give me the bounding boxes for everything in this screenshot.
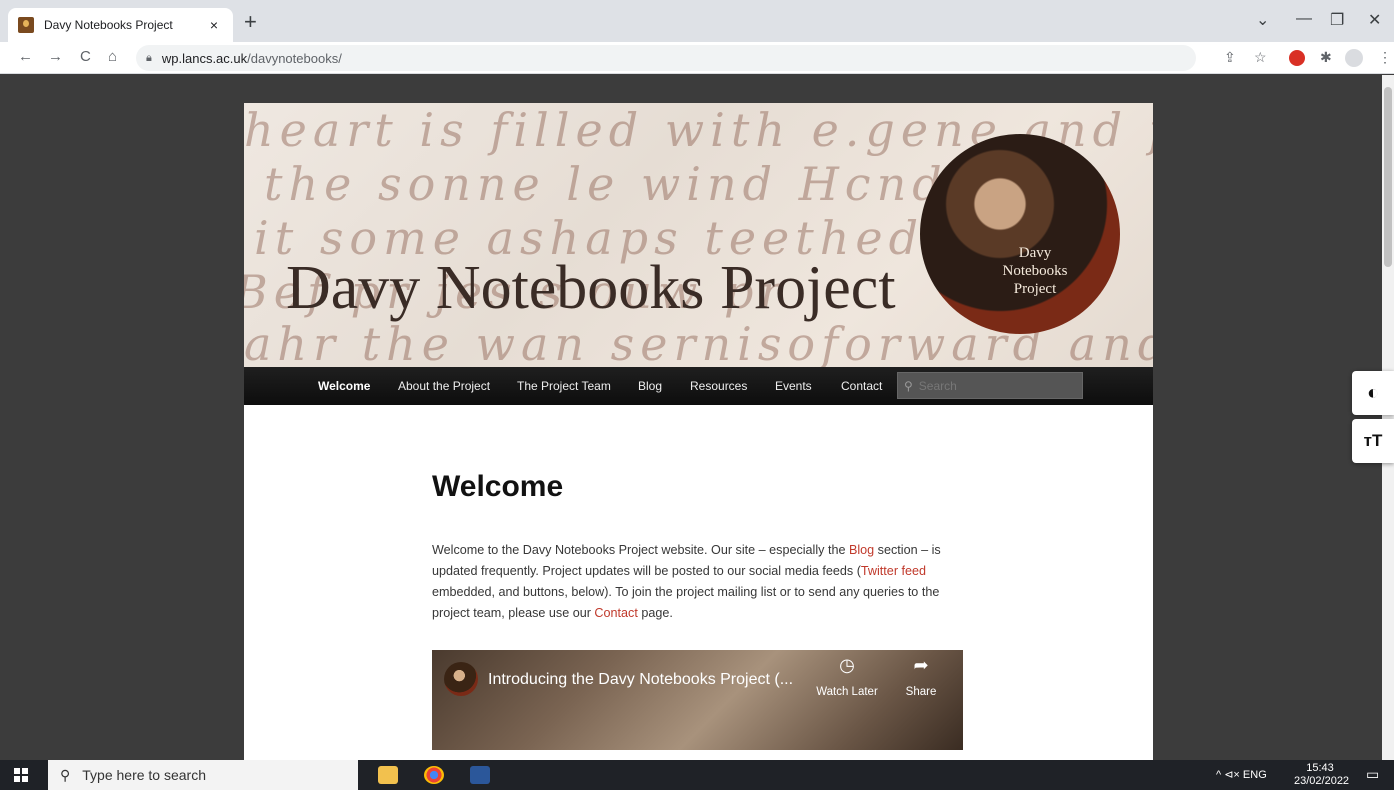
- system-tray[interactable]: ^ ⊲× ENG: [1216, 768, 1267, 781]
- nav-team[interactable]: The Project Team: [517, 379, 611, 393]
- address-bar[interactable]: 🔒︎ wp.lancs.ac.uk /davynotebooks/: [136, 45, 1196, 71]
- browser-toolbar: ← → C ⌂ 🔒︎ wp.lancs.ac.uk /davynotebooks…: [0, 42, 1394, 74]
- contrast-toggle-button[interactable]: ◐: [1352, 371, 1394, 415]
- bookmark-star-icon[interactable]: ☆: [1254, 49, 1267, 66]
- notifications-icon[interactable]: ▭: [1366, 766, 1379, 783]
- search-icon: ⚲: [904, 378, 913, 393]
- nav-about[interactable]: About the Project: [398, 379, 490, 393]
- share-icon[interactable]: ⇪: [1224, 49, 1236, 66]
- text-size-icon: тT: [1363, 431, 1383, 450]
- new-tab-button[interactable]: +: [244, 11, 257, 33]
- portrait-label-line: Notebooks: [1002, 263, 1068, 279]
- page-scrollbar[interactable]: [1382, 75, 1394, 760]
- browser-tabbar: Davy Notebooks Project × + ⌄ — ❐ ✕: [0, 0, 1394, 42]
- scrollbar-thumb[interactable]: [1384, 87, 1392, 267]
- intro-paragraph: Welcome to the Davy Notebooks Project we…: [432, 540, 964, 624]
- file-explorer-icon[interactable]: [378, 766, 398, 784]
- contact-link[interactable]: Contact: [594, 606, 637, 620]
- lock-icon[interactable]: 🔒︎: [146, 52, 152, 65]
- davy-portrait-logo: Davy Notebooks Project: [920, 134, 1120, 334]
- close-window-button[interactable]: ✕: [1368, 10, 1381, 30]
- nav-contact[interactable]: Contact: [841, 379, 882, 393]
- search-icon: ⚲: [60, 766, 71, 783]
- video-title[interactable]: Introducing the Davy Notebooks Project (…: [488, 671, 793, 689]
- nav-blog[interactable]: Blog: [638, 379, 662, 393]
- taskbar-search-placeholder: Type here to search: [82, 767, 207, 783]
- site-search-input[interactable]: ⚲ Search: [897, 372, 1083, 399]
- text-size-button[interactable]: тT: [1352, 419, 1394, 463]
- contrast-icon: ◐: [1366, 381, 1380, 404]
- word-icon[interactable]: [470, 766, 490, 784]
- intro-text: Welcome to the Davy Notebooks Project we…: [432, 543, 849, 557]
- watch-later-label: Watch Later: [816, 686, 878, 698]
- search-placeholder: Search: [918, 378, 957, 393]
- browser-tab[interactable]: Davy Notebooks Project ×: [8, 8, 233, 42]
- back-button[interactable]: ←: [18, 48, 33, 65]
- taskbar-clock[interactable]: 15:43 23/02/2022: [1294, 762, 1350, 788]
- share-button[interactable]: ➦ Share: [886, 652, 956, 698]
- page-title: Welcome: [432, 470, 564, 503]
- taskbar-search-box[interactable]: ⚲ Type here to search: [48, 760, 358, 790]
- nav-events[interactable]: Events: [775, 379, 812, 393]
- windows-start-icon[interactable]: [14, 768, 28, 782]
- portrait-label-line: Project: [1013, 281, 1057, 297]
- clock-time: 15:43: [1306, 762, 1334, 774]
- blog-link[interactable]: Blog: [849, 543, 874, 557]
- tab-title: Davy Notebooks Project: [44, 18, 173, 32]
- clock-icon: ◷: [839, 655, 855, 675]
- forward-button[interactable]: →: [48, 48, 63, 65]
- tab-close-icon[interactable]: ×: [205, 17, 223, 33]
- profile-avatar[interactable]: [1345, 49, 1363, 67]
- restore-button[interactable]: ❐: [1330, 10, 1344, 30]
- menu-kebab-icon[interactable]: ⋮: [1378, 49, 1392, 66]
- site-header[interactable]: heart is filled with e.gene and fear the…: [244, 103, 1153, 367]
- intro-text: embedded, and buttons, below). To join t…: [432, 585, 940, 620]
- minimize-button[interactable]: —: [1296, 10, 1312, 28]
- youtube-video-embed[interactable]: Introducing the Davy Notebooks Project (…: [432, 650, 963, 750]
- twitter-feed-link[interactable]: Twitter feed: [861, 564, 926, 578]
- chrome-icon[interactable]: [424, 766, 444, 784]
- header-script-line: the sonne le wind Hcnd se: [264, 157, 1032, 211]
- url-host: wp.lancs.ac.uk: [161, 50, 248, 66]
- home-button[interactable]: ⌂: [108, 48, 117, 65]
- tab-search-icon[interactable]: ⌄: [1256, 10, 1269, 30]
- share-label: Share: [905, 686, 937, 698]
- site-favicon-icon: [18, 17, 34, 33]
- adblock-extension-icon[interactable]: [1289, 50, 1305, 66]
- page-viewport: heart is filled with e.gene and fear the…: [0, 75, 1394, 760]
- extensions-puzzle-icon[interactable]: ✱: [1320, 49, 1332, 66]
- share-arrow-icon: ➦: [913, 655, 929, 675]
- site-title: Davy Notebooks Project: [286, 254, 896, 322]
- channel-avatar[interactable]: [444, 662, 478, 696]
- windows-taskbar: ⚲ Type here to search ^ ⊲× ENG 15:43 23/…: [0, 760, 1394, 790]
- nav-resources[interactable]: Resources: [690, 379, 747, 393]
- intro-text: page.: [637, 606, 673, 620]
- portrait-label-line: Davy: [1018, 245, 1052, 261]
- clock-date: 23/02/2022: [1294, 775, 1350, 787]
- url-path: /davynotebooks/: [247, 50, 342, 66]
- nav-welcome[interactable]: Welcome: [318, 379, 370, 393]
- watch-later-button[interactable]: ◷ Watch Later: [812, 652, 882, 698]
- main-nav: Welcome About the Project The Project Te…: [244, 367, 1153, 405]
- reload-button[interactable]: C: [80, 48, 91, 65]
